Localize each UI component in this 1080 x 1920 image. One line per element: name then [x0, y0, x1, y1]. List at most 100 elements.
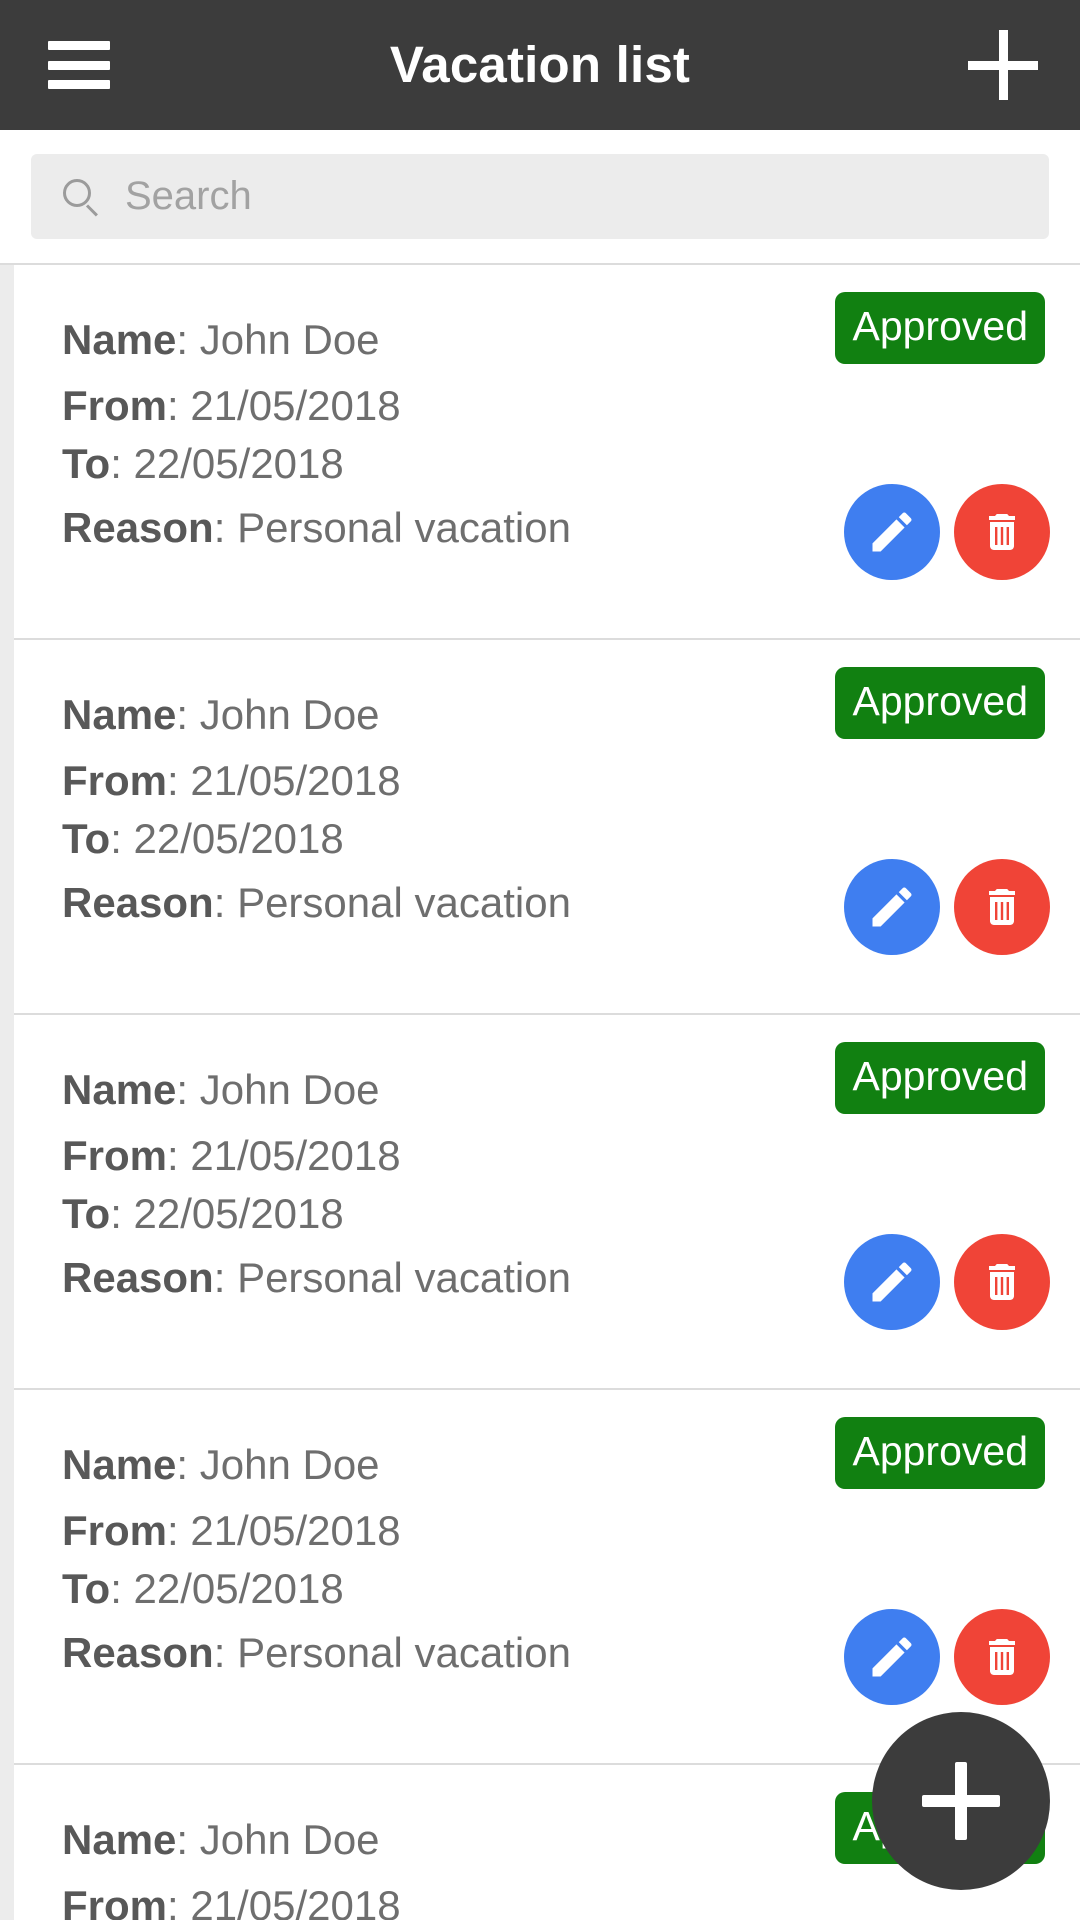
vacation-from-row: From: 21/05/2018: [62, 385, 571, 427]
vacation-details: Name: John Doe From: 21/05/2018 To: 22/0…: [62, 1444, 571, 1674]
vacation-reason-row: Reason: Personal vacation: [62, 507, 571, 549]
to-value: 22/05/2018: [133, 1565, 344, 1612]
plus-icon[interactable]: [968, 30, 1038, 100]
to-value: 22/05/2018: [133, 1190, 344, 1237]
vacation-from-row: From: 21/05/2018: [62, 1135, 571, 1177]
vacation-list[interactable]: Approved Name: John Doe From: 21/05/2018…: [0, 263, 1080, 1920]
from-label: From: [62, 757, 167, 804]
status-badge[interactable]: Approved: [835, 292, 1045, 364]
name-label: Name: [62, 691, 177, 738]
label-separator: :: [167, 757, 191, 804]
from-value: 21/05/2018: [190, 382, 401, 429]
vacation-card[interactable]: Approved Name: John Doe From: 21/05/2018…: [14, 640, 1080, 1015]
vacation-from-row: From: 21/05/2018: [62, 1885, 571, 1920]
pencil-icon: [872, 1262, 912, 1302]
vacation-card[interactable]: Approved Name: John Doe From: 21/05/2018…: [14, 1015, 1080, 1390]
status-badge[interactable]: Approved: [835, 667, 1045, 739]
from-value: 21/05/2018: [190, 1507, 401, 1554]
edit-button[interactable]: [844, 1234, 940, 1330]
to-label: To: [62, 815, 111, 862]
from-value: 21/05/2018: [190, 1882, 401, 1920]
label-separator: :: [110, 1190, 134, 1237]
hamburger-menu-icon[interactable]: [48, 41, 110, 89]
vacation-details: Name: John Doe From: 21/05/2018 To: 22/0…: [62, 1819, 571, 1920]
label-separator: :: [176, 1441, 200, 1488]
name-value: John Doe: [199, 316, 380, 363]
search-box[interactable]: [31, 154, 1049, 239]
from-label: From: [62, 1507, 167, 1554]
from-value: 21/05/2018: [190, 1132, 401, 1179]
app-root: Vacation list Approved Name: John Doe Fr…: [0, 0, 1080, 1920]
pencil-icon: [872, 887, 912, 927]
reason-value: Personal vacation: [237, 1254, 571, 1301]
vacation-name-row: Name: John Doe: [62, 1069, 571, 1111]
trash-icon: [989, 1639, 1015, 1675]
reason-label: Reason: [62, 1629, 214, 1676]
trash-icon: [989, 889, 1015, 925]
hamburger-bar: [48, 60, 110, 70]
name-value: John Doe: [199, 1816, 380, 1863]
label-separator: :: [176, 1816, 200, 1863]
label-separator: :: [110, 1565, 134, 1612]
search-input[interactable]: [125, 174, 1019, 219]
name-value: John Doe: [199, 1441, 380, 1488]
vacation-to-row: To: 22/05/2018: [62, 1193, 571, 1235]
status-badge[interactable]: Approved: [835, 1417, 1045, 1489]
edit-button[interactable]: [844, 859, 940, 955]
vacation-reason-row: Reason: Personal vacation: [62, 1632, 571, 1674]
vacation-name-row: Name: John Doe: [62, 694, 571, 736]
vacation-card[interactable]: Approved Name: John Doe From: 21/05/2018…: [14, 265, 1080, 640]
pencil-icon: [872, 1637, 912, 1677]
to-label: To: [62, 1565, 111, 1612]
hamburger-bar: [48, 80, 110, 89]
vacation-details: Name: John Doe From: 21/05/2018 To: 22/0…: [62, 319, 571, 549]
from-label: From: [62, 1882, 167, 1920]
card-actions: [844, 484, 1050, 580]
label-separator: :: [167, 1882, 191, 1920]
edit-button[interactable]: [844, 484, 940, 580]
status-badge[interactable]: Approved: [835, 1042, 1045, 1114]
from-value: 21/05/2018: [190, 757, 401, 804]
label-separator: :: [213, 504, 238, 551]
app-bar: Vacation list: [0, 0, 1080, 130]
vacation-reason-row: Reason: Personal vacation: [62, 882, 571, 924]
vacation-card[interactable]: Approved Name: John Doe From: 21/05/2018…: [14, 1390, 1080, 1765]
vacation-from-row: From: 21/05/2018: [62, 760, 571, 802]
add-vacation-fab[interactable]: [872, 1712, 1050, 1890]
label-separator: :: [167, 382, 191, 429]
name-label: Name: [62, 1066, 177, 1113]
vacation-details: Name: John Doe From: 21/05/2018 To: 22/0…: [62, 694, 571, 924]
reason-label: Reason: [62, 504, 214, 551]
delete-button[interactable]: [954, 1234, 1050, 1330]
label-separator: :: [176, 1066, 200, 1113]
delete-button[interactable]: [954, 484, 1050, 580]
delete-button[interactable]: [954, 859, 1050, 955]
vacation-from-row: From: 21/05/2018: [62, 1510, 571, 1552]
label-separator: :: [110, 815, 134, 862]
vacation-to-row: To: 22/05/2018: [62, 1568, 571, 1610]
edit-button[interactable]: [844, 1609, 940, 1705]
label-separator: :: [176, 691, 200, 738]
reason-value: Personal vacation: [237, 1629, 571, 1676]
vacation-name-row: Name: John Doe: [62, 319, 571, 361]
label-separator: :: [213, 1629, 238, 1676]
to-label: To: [62, 1190, 111, 1237]
card-actions: [844, 1234, 1050, 1330]
delete-button[interactable]: [954, 1609, 1050, 1705]
vacation-reason-row: Reason: Personal vacation: [62, 1257, 571, 1299]
page-title: Vacation list: [389, 36, 691, 93]
label-separator: :: [110, 440, 134, 487]
to-label: To: [62, 440, 111, 487]
label-separator: :: [176, 316, 200, 363]
to-value: 22/05/2018: [133, 815, 344, 862]
reason-value: Personal vacation: [237, 504, 571, 551]
from-label: From: [62, 1132, 167, 1179]
name-label: Name: [62, 316, 177, 363]
hamburger-bar: [48, 41, 110, 50]
reason-label: Reason: [62, 879, 214, 926]
vacation-name-row: Name: John Doe: [62, 1444, 571, 1486]
pencil-icon: [872, 512, 912, 552]
trash-icon: [989, 1264, 1015, 1300]
label-separator: :: [167, 1132, 191, 1179]
reason-label: Reason: [62, 1254, 214, 1301]
